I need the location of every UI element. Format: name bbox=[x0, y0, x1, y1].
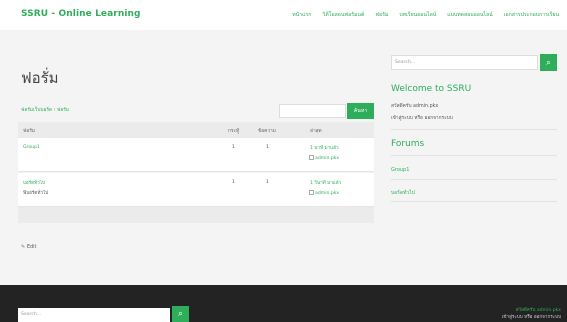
breadcrumb-current: ฟอรัม bbox=[56, 108, 69, 113]
footer-search-button[interactable]: ⌕ bbox=[172, 306, 189, 322]
welcome-title: Welcome to SSRU bbox=[391, 84, 472, 94]
sidebar-forum-group1[interactable]: Group1 bbox=[391, 167, 409, 173]
footer-greeting: สวัสดีครับ admin.pkx bbox=[515, 308, 561, 313]
latest-post-link[interactable]: 1 วินาที มาแล้ว bbox=[310, 180, 341, 187]
avatar bbox=[309, 155, 314, 160]
sidebar-divider bbox=[391, 155, 557, 156]
sidebar-search-placeholder: Search... bbox=[395, 60, 416, 65]
sidebar-search-input[interactable]: Search... bbox=[391, 55, 538, 70]
sidebar-divider bbox=[391, 179, 557, 180]
col-forum: ฟอรัม bbox=[23, 129, 36, 134]
col-posts: ข้อความ bbox=[258, 129, 276, 134]
avatar bbox=[309, 190, 314, 195]
footer-links[interactable]: เข้าสู่ระบบ หรือ ออกจากระบบ bbox=[502, 314, 561, 321]
author-name: admin.pkx bbox=[315, 191, 340, 196]
post-count: 1 bbox=[266, 145, 269, 150]
forums-title: Forums bbox=[391, 139, 425, 149]
author-name: admin.pkx bbox=[315, 156, 340, 161]
topic-count: 1 bbox=[232, 145, 235, 150]
forum-description: ฟีบอร์ดทั่วไป bbox=[23, 191, 49, 196]
nav-item-lessons[interactable]: บทเรียนออนไลน์ bbox=[399, 11, 436, 19]
edit-link[interactable]: ✎ Edit bbox=[21, 245, 36, 250]
pencil-icon: ✎ bbox=[21, 245, 26, 250]
nav-item-documents[interactable]: เอกสารประกอบการเรียน bbox=[504, 11, 559, 19]
footer-search-placeholder: Search... bbox=[21, 312, 42, 317]
table-row: บอร์ดทั่วไป ฟีบอร์ดทั่วไป 1 1 1 วินาที ม… bbox=[18, 173, 374, 207]
latest-author[interactable]: admin.pkx bbox=[309, 190, 339, 196]
col-topics: กระทู้ bbox=[228, 129, 240, 134]
col-latest: ล่าสุด bbox=[310, 129, 322, 134]
welcome-text: สวัสดีครับ admin.pkx bbox=[391, 104, 439, 109]
latest-author[interactable]: admin.pkx bbox=[309, 155, 339, 161]
page-title: ฟอรั่ม bbox=[21, 69, 59, 87]
main-nav: หน้าแรก วิดีโอสอนฟอรัมนต์ ฟอรัม บทเรียนอ… bbox=[292, 11, 559, 19]
breadcrumb: ฟอรัมเว็บบอร์ด › ฟอรัม bbox=[21, 108, 69, 113]
latest-post-link[interactable]: 1 นาที มาแล้ว bbox=[310, 145, 339, 152]
top-navbar: SSRU - Online Learning หน้าแรก วิดีโอสอน… bbox=[0, 0, 567, 30]
welcome-links[interactable]: เข้าสู่ระบบ หรือ ออกจากระบบ bbox=[391, 114, 453, 122]
search-icon: ⌕ bbox=[545, 57, 552, 68]
sidebar-search-button[interactable]: ⌕ bbox=[540, 54, 557, 71]
nav-item-forum[interactable]: ฟอรัม bbox=[375, 11, 388, 19]
forum-link[interactable]: บอร์ดทั่วไป bbox=[23, 180, 45, 187]
forum-search-button[interactable]: ค้นหา bbox=[347, 103, 374, 119]
table-footer bbox=[18, 207, 374, 223]
sidebar-forum-general[interactable]: บอร์ดทั่วไป bbox=[391, 189, 415, 197]
nav-item-tests[interactable]: แบบทดสอบออนไลน์ bbox=[447, 11, 492, 19]
table-header: ฟอรัม กระทู้ ข้อความ ล่าสุด bbox=[18, 122, 374, 138]
footer-search-input[interactable]: Search... bbox=[18, 308, 170, 322]
search-icon: ⌕ bbox=[177, 309, 184, 319]
table-row: Group1 1 1 1 นาที มาแล้ว admin.pkx bbox=[18, 138, 374, 172]
forum-link[interactable]: Group1 bbox=[23, 145, 40, 150]
breadcrumb-root[interactable]: ฟอรัมเว็บบอร์ด bbox=[21, 108, 52, 113]
topic-count: 1 bbox=[232, 180, 235, 185]
post-count: 1 bbox=[266, 180, 269, 185]
site-brand[interactable]: SSRU - Online Learning bbox=[21, 9, 141, 19]
forum-search-input[interactable] bbox=[279, 104, 346, 118]
sidebar-divider bbox=[391, 201, 557, 202]
nav-item-videos[interactable]: วิดีโอสอนฟอรัมนต์ bbox=[322, 11, 364, 19]
nav-item-home[interactable]: หน้าแรก bbox=[292, 11, 311, 19]
sidebar-divider bbox=[391, 129, 557, 130]
edit-label: Edit bbox=[27, 245, 37, 250]
